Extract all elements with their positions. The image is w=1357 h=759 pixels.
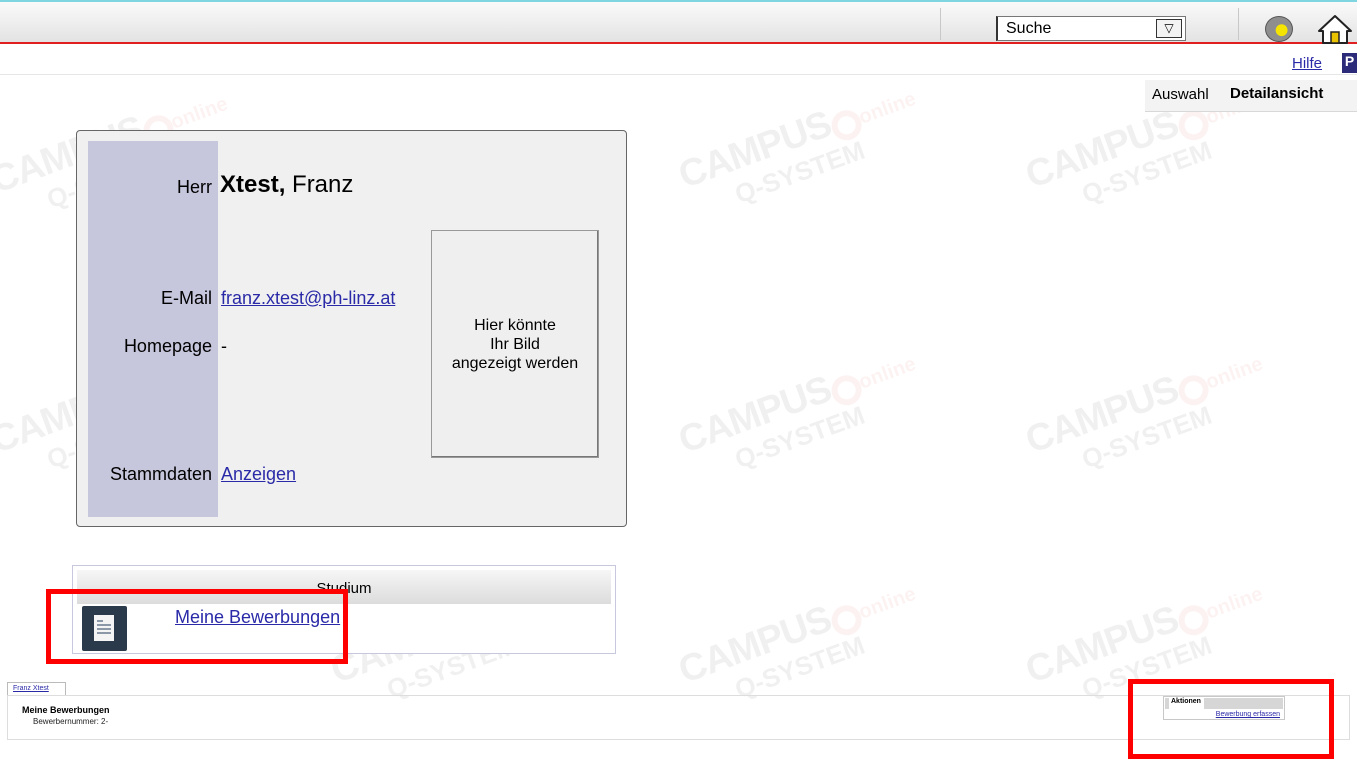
breadcrumb: Franz Xtest	[7, 682, 66, 696]
highlight-box	[1128, 679, 1334, 759]
person-name: Xtest, Franz	[220, 171, 353, 199]
breadcrumb-link[interactable]: Franz Xtest	[13, 685, 49, 692]
email-link[interactable]: franz.xtest@ph-linz.at	[221, 288, 395, 309]
toolbar-divider	[940, 8, 941, 40]
applications-title: Meine Bewerbungen	[22, 705, 110, 715]
tab-detailansicht[interactable]: Detailansicht	[1230, 85, 1323, 102]
person-card: Herr Xtest, Franz E-Mail franz.xtest@ph-…	[76, 130, 627, 527]
homepage-value: -	[221, 336, 227, 356]
search-select[interactable]: Suche ▽	[996, 16, 1186, 41]
salutation-label: Herr	[177, 177, 212, 197]
master-data-link[interactable]: Anzeigen	[221, 464, 296, 485]
watermark: CAMPUSonlineQ-SYSTEM	[1020, 352, 1266, 475]
last-name: Xtest,	[220, 171, 286, 198]
watermark: CAMPUSonlineQ-SYSTEM	[673, 87, 919, 210]
user-key-icon[interactable]	[1265, 16, 1293, 42]
first-name: Franz	[292, 171, 354, 198]
nav-separator	[0, 74, 1357, 75]
homepage-label: Homepage	[123, 336, 212, 356]
applicant-number: Bewerbernummer: 2-	[33, 717, 109, 726]
view-tabs: Auswahl Detailansicht	[1145, 80, 1357, 112]
extra-tab-link[interactable]: P	[1342, 53, 1357, 73]
home-icon[interactable]	[1318, 14, 1352, 44]
master-data-label: Stammdaten	[109, 464, 212, 484]
toolbar-divider	[1238, 8, 1239, 40]
tab-auswahl[interactable]: Auswahl	[1152, 86, 1209, 103]
highlight-box	[46, 589, 348, 664]
help-link[interactable]: Hilfe	[1292, 55, 1322, 72]
watermark: CAMPUSonlineQ-SYSTEM	[673, 352, 919, 475]
search-select-value: Suche	[1006, 20, 1052, 37]
email-label: E-Mail	[160, 288, 212, 308]
dropdown-arrow-icon[interactable]: ▽	[1156, 19, 1182, 38]
top-toolbar: Suche ▽	[0, 0, 1357, 44]
photo-placeholder: Hier könnte Ihr Bild angezeigt werden	[431, 230, 599, 458]
